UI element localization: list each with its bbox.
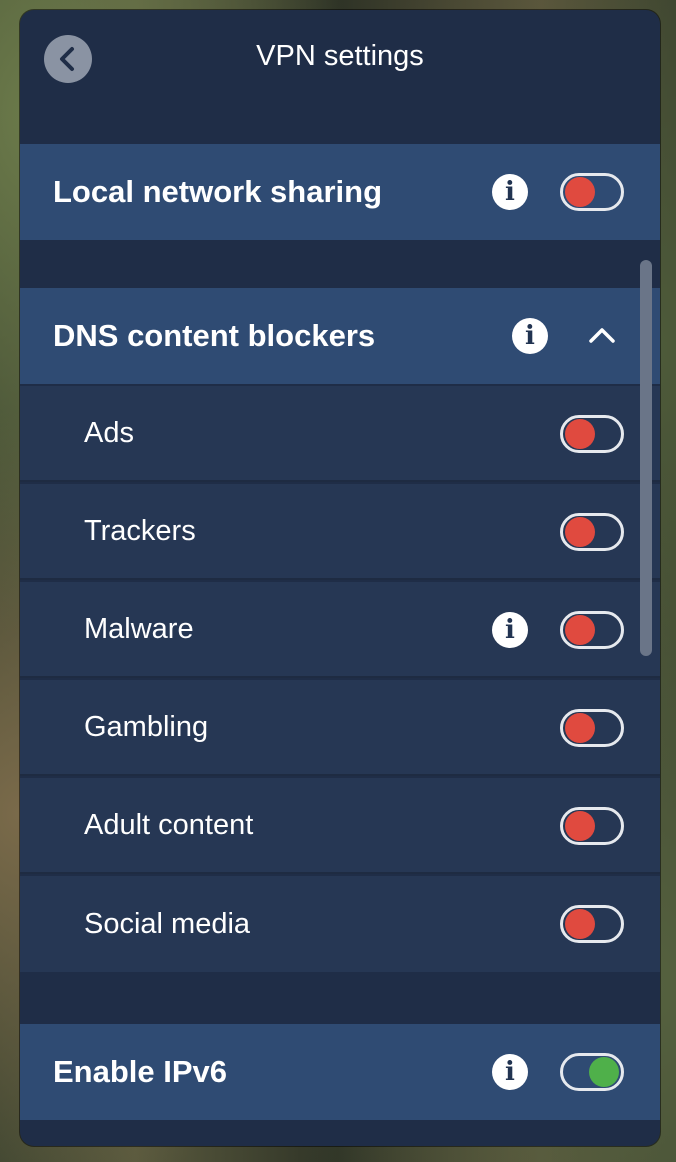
toggle-knob [565, 615, 595, 645]
malware-toggle[interactable] [560, 611, 624, 649]
dns-item-adult-content: Adult content [20, 778, 660, 874]
local-network-sharing-row: Local network sharing i [20, 144, 660, 240]
toggle-knob [589, 1057, 619, 1087]
info-icon[interactable]: i [512, 318, 548, 354]
social-media-toggle[interactable] [560, 905, 624, 943]
scrollbar-thumb[interactable] [640, 260, 652, 656]
toggle-knob [565, 713, 595, 743]
adult-content-toggle[interactable] [560, 807, 624, 845]
info-icon[interactable]: i [492, 1054, 528, 1090]
info-icon[interactable]: i [492, 612, 528, 648]
page-title: VPN settings [256, 40, 424, 72]
dns-content-blockers-label: DNS content blockers [53, 318, 376, 353]
toggle-knob [565, 419, 595, 449]
enable-ipv6-toggle[interactable] [560, 1053, 624, 1091]
dns-item-gambling: Gambling [20, 680, 660, 776]
dns-item-social-media: Social media [20, 876, 660, 972]
dns-item-ads: Ads [20, 386, 660, 482]
info-icon[interactable]: i [492, 174, 528, 210]
chevron-up-icon[interactable] [588, 322, 616, 350]
toggle-knob [565, 909, 595, 939]
toggle-knob [565, 811, 595, 841]
toggle-knob [565, 517, 595, 547]
dns-item-trackers: Trackers [20, 484, 660, 580]
title-bar: VPN settings [20, 10, 660, 110]
gambling-toggle[interactable] [560, 709, 624, 747]
ads-toggle[interactable] [560, 415, 624, 453]
vpn-settings-window: VPN settings Local network sharing i DNS… [20, 10, 660, 1146]
dns-content-blockers-header[interactable]: DNS content blockers i [20, 288, 660, 384]
toggle-knob [565, 177, 595, 207]
trackers-toggle[interactable] [560, 513, 624, 551]
enable-ipv6-row: Enable IPv6 i [20, 1024, 660, 1120]
dns-item-malware: Malware i [20, 582, 660, 678]
local-network-sharing-toggle[interactable] [560, 173, 624, 211]
